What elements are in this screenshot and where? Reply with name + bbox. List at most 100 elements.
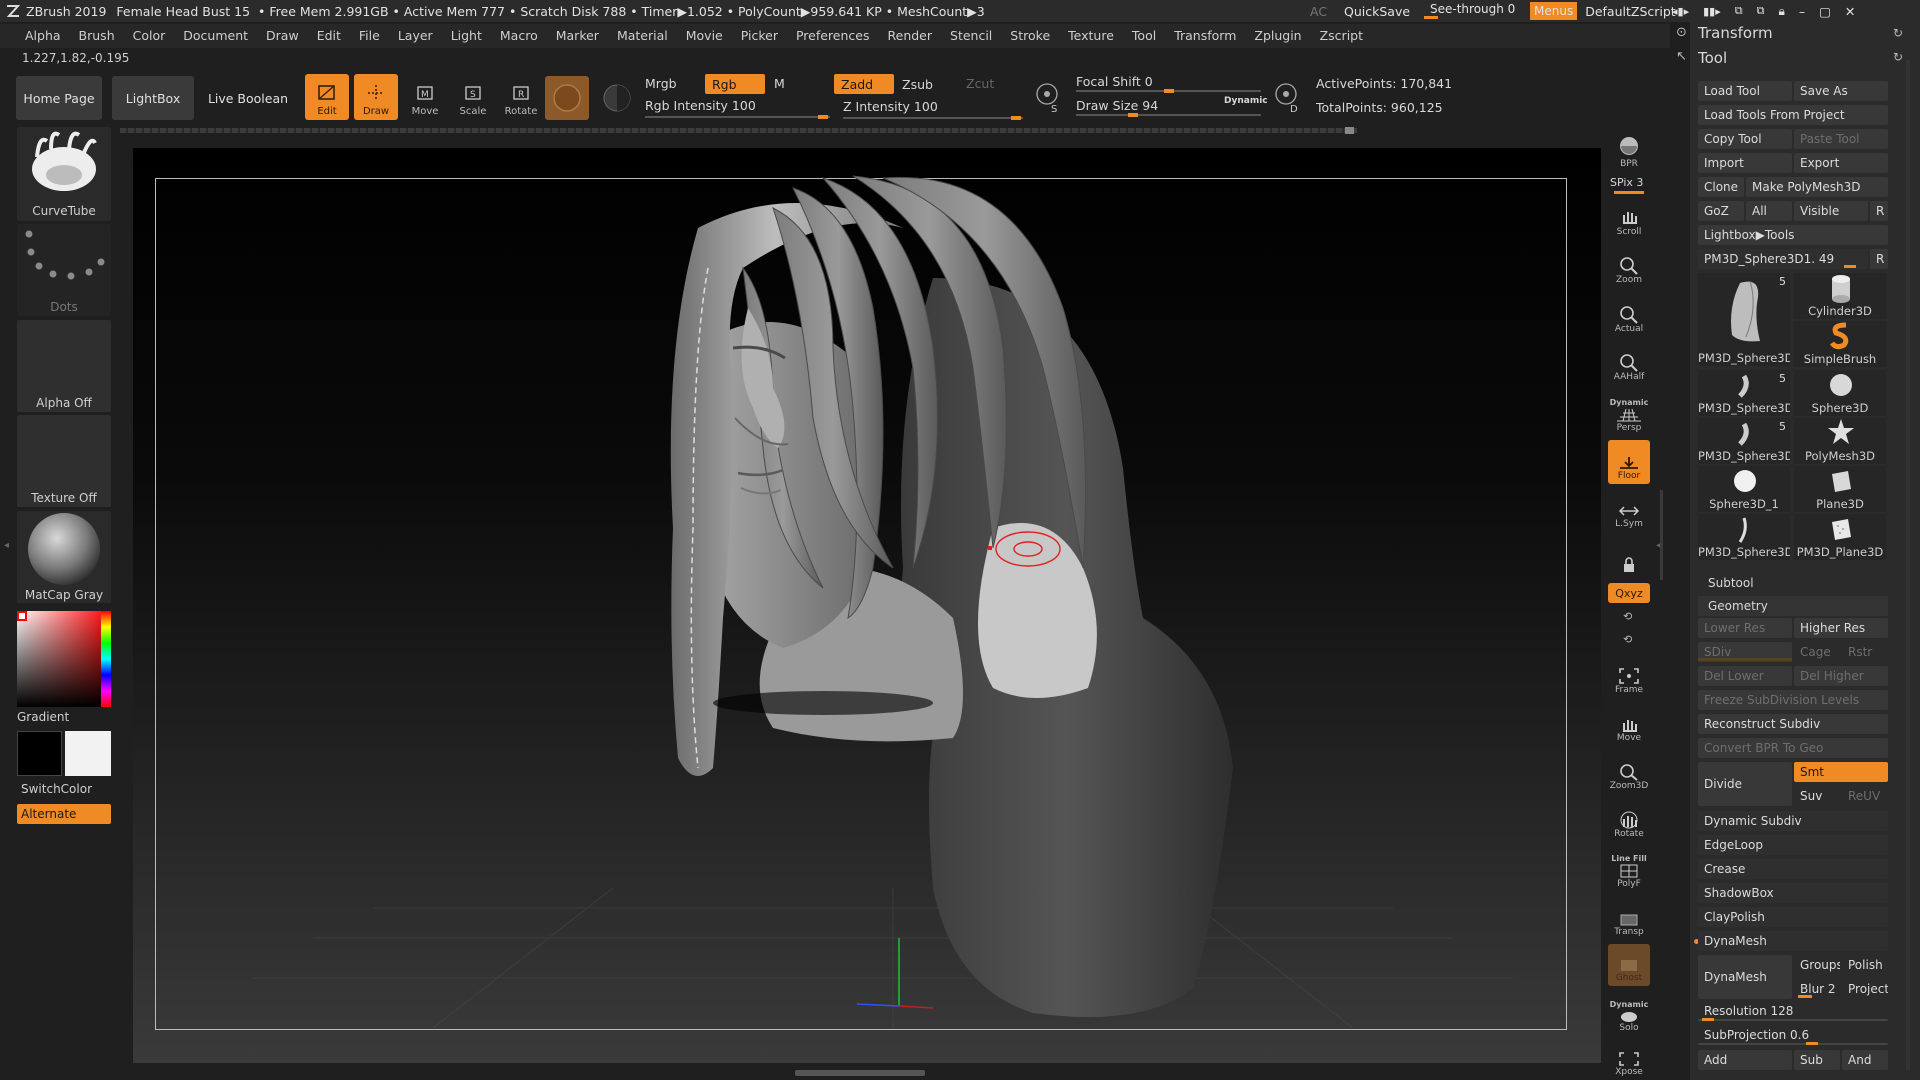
alternate-toggle[interactable]: Alternate bbox=[17, 804, 111, 824]
divide-button[interactable]: Divide bbox=[1698, 762, 1792, 806]
lazy-mouse-s-icon[interactable]: S bbox=[1033, 80, 1063, 115]
dynamic-toggle[interactable]: Dynamic bbox=[1224, 96, 1268, 106]
secondary-color-swatch[interactable] bbox=[65, 731, 111, 776]
interface-size-icon[interactable]: ◂▮▸ bbox=[1672, 5, 1689, 18]
tool-palette-icon[interactable]: ↖ bbox=[1676, 49, 1687, 64]
rotate-y-icon[interactable]: ⟲ bbox=[1623, 610, 1632, 623]
menu-render[interactable]: Render bbox=[879, 24, 942, 48]
aahalf-button[interactable]: AAHalf bbox=[1608, 343, 1650, 385]
groups-toggle[interactable]: Groups bbox=[1794, 955, 1840, 975]
copy-tool-button[interactable]: Copy Tool bbox=[1698, 129, 1792, 149]
menu-document[interactable]: Document bbox=[174, 24, 257, 48]
focal-shift-slider[interactable] bbox=[1076, 89, 1261, 93]
transform-pin-icon[interactable]: ↻ bbox=[1893, 26, 1903, 40]
rotate-mode-button[interactable]: R Rotate bbox=[499, 74, 543, 120]
menu-preferences[interactable]: Preferences bbox=[787, 24, 879, 48]
tool-thumb-simplebrush[interactable]: SimpleBrush bbox=[1794, 321, 1886, 367]
tool-thumb-pm3d-sphere3d-main[interactable]: 5 PM3D_Sphere3D bbox=[1698, 273, 1790, 366]
transp-button[interactable]: Transp bbox=[1608, 898, 1650, 940]
subprojection-slider[interactable]: SubProjection 0.6 bbox=[1698, 1025, 1888, 1045]
spix-label[interactable]: SPix 3 bbox=[1610, 176, 1643, 189]
color-picker[interactable] bbox=[17, 611, 111, 707]
main-color-swatch[interactable] bbox=[17, 731, 62, 776]
rgb-intensity-slider[interactable] bbox=[645, 115, 830, 119]
add-button[interactable]: Add bbox=[1698, 1050, 1792, 1070]
bpr-button[interactable]: BPR bbox=[1608, 128, 1650, 172]
tool-thumb-polymesh3d[interactable]: PolyMesh3D bbox=[1794, 418, 1886, 464]
claypolish-section[interactable]: ClayPolish bbox=[1698, 907, 1888, 927]
dynamesh-section[interactable]: DynaMesh bbox=[1698, 931, 1888, 951]
move-mode-button[interactable]: M Move bbox=[403, 74, 447, 120]
menu-tool[interactable]: Tool bbox=[1123, 24, 1165, 48]
color-marker[interactable] bbox=[17, 611, 27, 621]
clone-button[interactable]: Clone bbox=[1698, 177, 1744, 197]
menu-light[interactable]: Light bbox=[442, 24, 491, 48]
lsym-button[interactable]: L.Sym bbox=[1608, 490, 1650, 532]
goz-visible-button[interactable]: Visible bbox=[1794, 201, 1868, 221]
zcut-toggle[interactable]: Zcut bbox=[966, 76, 994, 91]
alpha-thumbnail[interactable]: Alpha Off bbox=[17, 320, 111, 412]
tool-thumb-pm3d-plane3d[interactable]: PM3D_Plane3D bbox=[1794, 514, 1886, 560]
goz-button[interactable]: GoZ bbox=[1698, 201, 1744, 221]
tool-thumb-pm3d-sphere3d-3[interactable]: 5 PM3D_Sphere3D bbox=[1698, 418, 1790, 464]
reuv-toggle[interactable]: ReUV bbox=[1842, 786, 1888, 806]
tool-thumb-sphere3d[interactable]: Sphere3D bbox=[1794, 370, 1886, 416]
import-button[interactable]: Import bbox=[1698, 153, 1792, 173]
draw-size-slider[interactable] bbox=[1076, 113, 1261, 117]
polish-toggle[interactable]: Polish bbox=[1842, 955, 1888, 975]
z-intensity-slider[interactable] bbox=[843, 116, 1023, 120]
sculpt-model[interactable] bbox=[133, 148, 1601, 1063]
top-tray-handle[interactable] bbox=[1345, 127, 1354, 134]
blur-slider[interactable]: Blur 2 bbox=[1794, 979, 1840, 999]
brush-thumbnail[interactable]: CurveTube bbox=[17, 127, 111, 221]
dynamesh-button[interactable]: DynaMesh bbox=[1698, 955, 1792, 999]
menu-brush[interactable]: Brush bbox=[70, 24, 124, 48]
del-lower-button[interactable]: Del Lower bbox=[1698, 666, 1792, 686]
maximize-icon[interactable]: ▢ bbox=[1819, 4, 1831, 19]
xyz-button[interactable]: Qxyz bbox=[1608, 583, 1650, 603]
load-tools-from-project-button[interactable]: Load Tools From Project bbox=[1698, 105, 1888, 125]
cage-button[interactable]: Cage bbox=[1794, 642, 1840, 662]
scroll-button[interactable]: Scroll bbox=[1608, 198, 1650, 240]
lazy-mouse-d-icon[interactable]: D bbox=[1272, 80, 1302, 115]
material-thumbnail[interactable]: MatCap Gray bbox=[17, 511, 111, 603]
higher-res-button[interactable]: Higher Res bbox=[1794, 618, 1888, 638]
focal-shift-label[interactable]: Focal Shift 0 bbox=[1076, 74, 1153, 89]
menu-draw[interactable]: Draw bbox=[257, 24, 308, 48]
menu-zplugin[interactable]: Zplugin bbox=[1245, 24, 1310, 48]
edgeloop-section[interactable]: EdgeLoop bbox=[1698, 835, 1888, 855]
zoom3d-button[interactable]: Zoom3D bbox=[1608, 752, 1650, 794]
move-view-button[interactable]: Move bbox=[1608, 704, 1650, 746]
texture-thumbnail[interactable]: Texture Off bbox=[17, 415, 111, 507]
convert-bpr-button[interactable]: Convert BPR To Geo bbox=[1698, 738, 1888, 758]
zsub-toggle[interactable]: Zsub bbox=[902, 77, 933, 92]
panel-scrollbar[interactable] bbox=[1906, 60, 1910, 1070]
material-swatch-button[interactable] bbox=[545, 76, 589, 120]
menu-stencil[interactable]: Stencil bbox=[941, 24, 1001, 48]
subtool-section[interactable]: Subtool bbox=[1708, 576, 1754, 590]
geometry-section-header[interactable]: Geometry bbox=[1698, 596, 1888, 616]
close-icon[interactable]: ✕ bbox=[1845, 4, 1855, 19]
minimize-icon[interactable]: – bbox=[1799, 4, 1805, 19]
crease-section[interactable]: Crease bbox=[1698, 859, 1888, 879]
menu-edit[interactable]: Edit bbox=[308, 24, 350, 48]
project-toggle[interactable]: Project bbox=[1842, 979, 1888, 999]
ghost-button[interactable]: Ghost bbox=[1608, 944, 1650, 986]
menu-picker[interactable]: Picker bbox=[732, 24, 787, 48]
right-tray-scrollbar[interactable] bbox=[1660, 490, 1663, 580]
rgb-toggle[interactable]: Rgb bbox=[705, 74, 765, 94]
export-button[interactable]: Export bbox=[1794, 153, 1888, 173]
shadowbox-section[interactable]: ShadowBox bbox=[1698, 883, 1888, 903]
persp-button[interactable]: Dynamic Persp bbox=[1608, 390, 1650, 436]
menu-zscript[interactable]: Zscript bbox=[1311, 24, 1372, 48]
rotate-z-icon[interactable]: ⟲ bbox=[1623, 633, 1632, 646]
menu-macro[interactable]: Macro bbox=[491, 24, 547, 48]
menu-material[interactable]: Material bbox=[608, 24, 677, 48]
zoom-button[interactable]: Zoom bbox=[1608, 246, 1650, 288]
tool-thumb-pm3d-sphere3d-4[interactable]: PM3D_Sphere3D bbox=[1698, 514, 1790, 560]
xpose-button[interactable]: Xpose bbox=[1608, 1040, 1650, 1080]
edit-mode-button[interactable]: Edit bbox=[305, 74, 349, 120]
m-toggle[interactable]: M bbox=[774, 76, 785, 91]
make-polymesh3d-button[interactable]: Make PolyMesh3D bbox=[1746, 177, 1888, 197]
del-higher-button[interactable]: Del Higher bbox=[1794, 666, 1888, 686]
